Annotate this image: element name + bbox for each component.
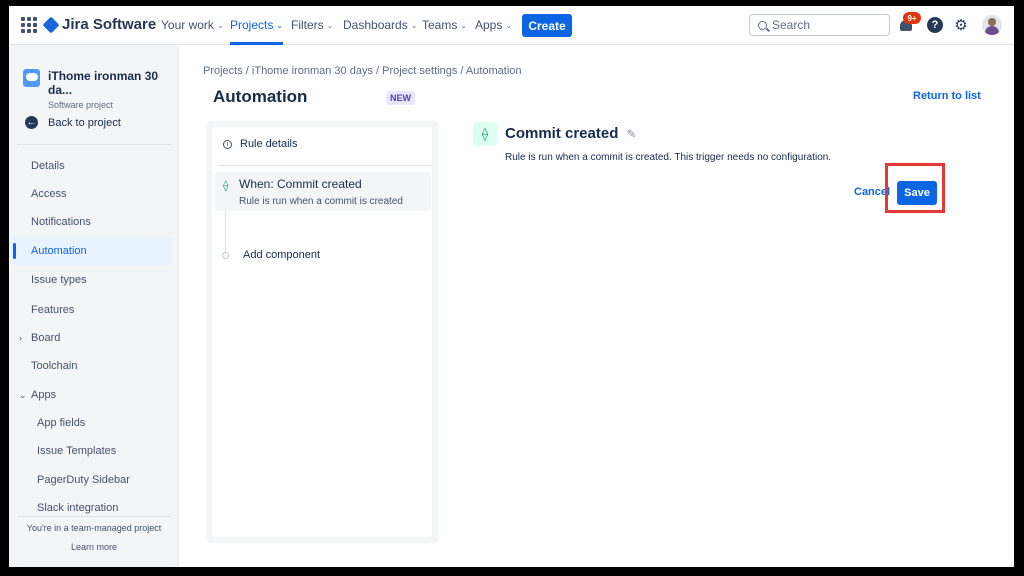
nav-dashboards[interactable]: Dashboards ⌄ xyxy=(343,18,417,32)
add-component-button[interactable]: Add component xyxy=(222,249,320,261)
sidebar-item-label: Notifications xyxy=(31,216,91,228)
new-badge: NEW xyxy=(386,91,415,105)
help-icon[interactable]: ? xyxy=(927,17,943,33)
learn-more-link[interactable]: Learn more xyxy=(9,542,179,552)
sidebar-item-label: Access xyxy=(31,188,67,200)
sidebar-divider xyxy=(17,516,171,517)
chevron-down-icon: ⌄ xyxy=(276,20,284,30)
component-title: Commit created ✎ xyxy=(505,125,636,142)
nav-label: Filters xyxy=(291,18,324,32)
chevron-down-icon: ⌄ xyxy=(410,20,418,30)
app-name: Jira Software xyxy=(62,16,157,33)
sidebar-item-details[interactable]: Details xyxy=(9,152,172,180)
project-type: Software project xyxy=(48,100,114,110)
nav-label: Apps xyxy=(475,18,503,32)
chevron-down-icon: ⌄ xyxy=(216,20,224,30)
project-avatar-icon xyxy=(23,69,41,87)
sidebar-item-label: Slack integration xyxy=(37,502,119,514)
nav-teams[interactable]: Teams ⌄ xyxy=(422,18,467,32)
sidebar-item-label: Toolchain xyxy=(31,360,78,372)
sidebar-item-access[interactable]: Access xyxy=(9,180,172,208)
rule-details-label: Rule details xyxy=(240,138,298,150)
sidebar-item-notifications[interactable]: Notifications xyxy=(9,208,172,236)
page-title: Automation xyxy=(213,87,308,106)
notification-badge: 9+ xyxy=(903,12,921,24)
back-to-project-link[interactable]: ← Back to project xyxy=(25,116,121,129)
sidebar-item-label: Features xyxy=(31,304,75,316)
nav-filters[interactable]: Filters ⌄ xyxy=(291,18,333,32)
project-header[interactable]: iThome ironman 30 da... Software project xyxy=(23,69,178,110)
notifications-bell-icon[interactable]: 9+ xyxy=(899,12,921,33)
sidebar-item-features[interactable]: Features xyxy=(9,296,172,324)
rule-card: i Rule details ⟠ When: Commit created Ru… xyxy=(212,127,432,537)
sidebar-item-label: App fields xyxy=(37,417,86,429)
rule-details-row[interactable]: i Rule details xyxy=(223,138,297,150)
trigger-commit-created[interactable]: ⟠ When: Commit created Rule is run when … xyxy=(215,172,431,211)
commit-icon: ⟠ xyxy=(473,122,497,146)
settings-gear-icon[interactable]: ⚙ xyxy=(952,16,970,34)
nav-apps[interactable]: Apps ⌄ xyxy=(475,18,512,32)
sidebar-item-toolchain[interactable]: Toolchain xyxy=(9,352,172,380)
sidebar-item-label: PagerDuty Sidebar xyxy=(37,474,130,486)
return-to-list-link[interactable]: Return to list xyxy=(913,90,981,102)
add-component-node-icon xyxy=(222,251,229,259)
nav-label: Teams xyxy=(422,18,458,32)
team-managed-note: You're in a team-managed project xyxy=(26,523,162,533)
search-placeholder: Search xyxy=(772,18,811,32)
rule-builder-panel: i Rule details ⟠ When: Commit created Ru… xyxy=(206,121,438,543)
nav-label: Projects xyxy=(230,18,274,32)
chevron-down-icon: ⌄ xyxy=(505,20,513,30)
chevron-down-icon: ⌄ xyxy=(326,20,334,30)
arrow-left-icon: ← xyxy=(25,116,38,129)
sidebar-item-label: Issue Templates xyxy=(37,445,117,457)
sidebar-item-board[interactable]: › Board xyxy=(9,324,172,352)
chevron-down-icon: ⌄ xyxy=(19,389,27,400)
trigger-title: When: Commit created xyxy=(239,177,362,191)
sidebar-item-label: Issue types xyxy=(31,274,87,286)
nav-label: Dashboards xyxy=(343,18,408,32)
sidebar-item-app-fields[interactable]: App fields xyxy=(9,409,172,437)
trigger-subtitle: Rule is run when a commit is created xyxy=(239,196,403,207)
save-button[interactable]: Save xyxy=(897,181,937,205)
sidebar-item-label: Board xyxy=(31,332,61,344)
nav-your-work[interactable]: Your work ⌄ xyxy=(161,18,224,32)
jira-diamond-icon xyxy=(42,16,60,33)
app-window: Jira Software Your work ⌄ Projects ⌄ Filte… xyxy=(9,6,1014,567)
add-component-label: Add component xyxy=(243,249,321,261)
back-label: Back to project xyxy=(48,116,121,129)
search-input[interactable]: Search xyxy=(749,14,890,36)
sidebar-item-apps[interactable]: ⌄ Apps xyxy=(9,381,172,409)
nav-projects[interactable]: Projects ⌄ xyxy=(230,18,284,45)
project-sidebar: iThome ironman 30 da... Software project… xyxy=(9,45,179,567)
edit-pencil-icon[interactable]: ✎ xyxy=(626,127,636,141)
component-title-text: Commit created xyxy=(505,125,619,142)
jira-logo[interactable]: Jira Software xyxy=(42,16,157,33)
sidebar-item-issue-types[interactable]: Issue types xyxy=(9,266,172,294)
sidebar-divider xyxy=(17,144,171,145)
project-name: iThome ironman 30 da... xyxy=(48,69,159,97)
chevron-down-icon: ⌄ xyxy=(460,20,468,30)
component-description: Rule is run when a commit is created. Th… xyxy=(505,152,832,163)
divider xyxy=(218,165,432,166)
sidebar-item-label: Apps xyxy=(31,389,57,401)
breadcrumb[interactable]: Projects / iThome ironman 30 days / Proj… xyxy=(203,65,522,77)
commit-icon: ⟠ xyxy=(223,180,229,192)
nav-label: Your work xyxy=(161,18,214,32)
sidebar-item-pagerduty-sidebar[interactable]: PagerDuty Sidebar xyxy=(9,466,172,494)
create-button[interactable]: Create xyxy=(522,14,572,37)
chevron-right-icon: › xyxy=(19,333,22,343)
avatar[interactable] xyxy=(982,15,1002,35)
app-switcher-icon[interactable] xyxy=(21,17,37,33)
sidebar-item-automation[interactable]: Automation xyxy=(9,237,172,265)
info-icon: i xyxy=(223,139,232,149)
sidebar-item-label: Automation xyxy=(31,245,87,257)
sidebar-item-issue-templates[interactable]: Issue Templates xyxy=(9,437,172,465)
search-icon xyxy=(758,20,767,30)
sidebar-item-slack-integration[interactable]: Slack integration xyxy=(9,494,172,522)
top-navigation: Jira Software Your work ⌄ Projects ⌄ Filte… xyxy=(9,6,1014,45)
sidebar-item-label: Details xyxy=(31,160,65,172)
